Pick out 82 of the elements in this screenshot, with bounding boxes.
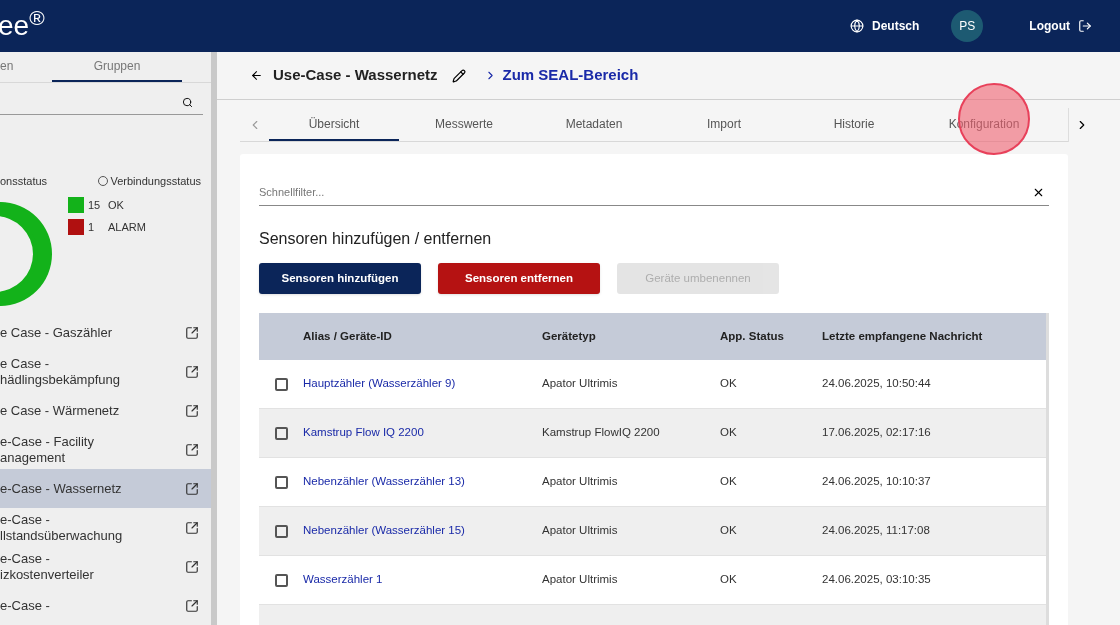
column-header: App. Status [720, 328, 785, 344]
logout-button[interactable]: Logout [1029, 17, 1092, 35]
row-checkbox[interactable] [274, 426, 288, 440]
action-button[interactable]: Sensoren entfernen [438, 263, 600, 294]
quick-filter-field[interactable]: Schnellfilter... [259, 179, 1049, 206]
legend-count: 15 [88, 198, 102, 213]
sidebar-tab[interactable]: Gruppen [52, 52, 182, 83]
group-item[interactable]: e Case - hädlingsbekämpfung [0, 352, 211, 391]
group-item[interactable]: e-Case - Wassernetz [0, 469, 211, 508]
group-label: e Case - Gaszähler [0, 324, 112, 341]
page-title: Use-Case - Wassernetz [273, 65, 438, 86]
device-link[interactable]: Hauptzähler (Wasserzähler 9) [303, 375, 542, 393]
group-item[interactable]: e-Case - llstandsüberwachung [0, 508, 211, 547]
status-radio[interactable]: Verbindungsstatus [98, 172, 201, 189]
table-cell-text: 17.06.2025, 02:17:16 [822, 425, 932, 441]
group-label: e Case - Wärmenetz [0, 402, 120, 419]
table-cell-text: Apator Ultrimis [542, 474, 619, 490]
row-checkbox[interactable] [274, 475, 288, 489]
row-checkbox[interactable] [274, 573, 288, 587]
edit-icon[interactable] [451, 68, 466, 83]
group-label: e-Case - Facility anagement [0, 433, 94, 466]
sidebar-tab[interactable]: en [0, 52, 52, 83]
globe-icon [850, 19, 864, 33]
table-cell-text: 24.06.2025, 10:10:37 [822, 474, 932, 490]
seal-link[interactable]: Zum SEAL-Bereich [483, 64, 639, 87]
external-link-icon[interactable] [185, 442, 199, 457]
row-checkbox[interactable] [274, 524, 288, 538]
action-button[interactable]: Sensoren hinzufügen [259, 263, 421, 294]
page-tab[interactable]: Übersicht [269, 108, 399, 141]
device-link[interactable]: Kamstrup Flow IQ 2200 [303, 424, 542, 442]
table-cell-text: Apator Ultrimis [542, 572, 619, 588]
table-cell-text: Apator Ultrimis [542, 523, 619, 539]
group-label: e Case - hädlingsbekämpfung [0, 355, 120, 388]
clear-icon[interactable] [1032, 186, 1045, 199]
group-label: e-Case - Wassernetz [0, 480, 122, 497]
section-title: Sensoren hinzufügen / entfernen [259, 229, 493, 249]
group-item[interactable]: e Case - Wärmenetz [0, 391, 211, 430]
external-link-icon[interactable] [185, 325, 199, 340]
logout-icon [1078, 19, 1092, 33]
column-header: Alias / Geräte-ID [303, 328, 393, 344]
table-cell-text: Apator Ultrimis [542, 376, 619, 392]
legend-count: 1 [88, 219, 96, 235]
table-cell-text: OK [720, 572, 738, 588]
page-tab[interactable]: Historie [789, 108, 919, 141]
table-cell-text: 24.06.2025, 10:50:44 [822, 376, 932, 392]
group-item[interactable]: e Case - Gaszähler [0, 313, 211, 352]
table-cell-text: 24.06.2025, 03:10:35 [822, 572, 932, 588]
device-link[interactable]: Wasserzähler 1 [303, 571, 542, 589]
group-label: e-Case - [0, 597, 50, 614]
group-label: e-Case - izkostenverteiler [0, 550, 94, 583]
status-caption: onsstatus [0, 173, 48, 189]
group-item[interactable]: e-Case - [0, 586, 211, 625]
table-cell-text: OK [720, 523, 738, 539]
group-item[interactable]: e-Case - izkostenverteiler [0, 547, 211, 586]
group-label: e-Case - llstandsüberwachung [0, 511, 123, 544]
page-tab[interactable]: Import [659, 108, 789, 141]
external-link-icon[interactable] [185, 481, 199, 496]
group-item[interactable]: e-Case - Facility anagement [0, 430, 211, 469]
page-tab[interactable]: Messwerte [399, 108, 529, 141]
table-cell-text: OK [720, 376, 738, 392]
back-icon[interactable] [250, 69, 263, 82]
external-link-icon[interactable] [185, 520, 199, 535]
external-link-icon[interactable] [185, 559, 199, 574]
language-button[interactable]: Deutsch [850, 17, 920, 35]
logo: ee$^{®}$ [0, 12, 45, 40]
legend-label: ALARM [108, 219, 146, 235]
table-cell-text: OK [720, 425, 738, 441]
device-link[interactable]: Nebenzähler (Wasserzähler 15) [303, 522, 542, 540]
legend-label: OK [108, 198, 124, 213]
external-link-icon[interactable] [185, 364, 199, 379]
avatar[interactable]: PS [951, 10, 984, 42]
table-cell-text: OK [720, 474, 738, 490]
device-link[interactable]: Nebenzähler (Wasserzähler 13) [303, 473, 542, 491]
search-icon [182, 97, 193, 109]
table-cell-text: Kamstrup FlowIQ 2200 [542, 425, 661, 441]
page-tab[interactable]: Metadaten [529, 108, 659, 141]
row-checkbox[interactable] [274, 377, 288, 391]
external-link-icon[interactable] [185, 598, 199, 613]
column-header: Gerätetyp [542, 328, 597, 344]
table-cell-text: 24.06.2025, 11:17:08 [822, 523, 931, 539]
external-link-icon[interactable] [185, 403, 199, 418]
column-header: Letzte empfangene Nachricht [822, 328, 984, 344]
